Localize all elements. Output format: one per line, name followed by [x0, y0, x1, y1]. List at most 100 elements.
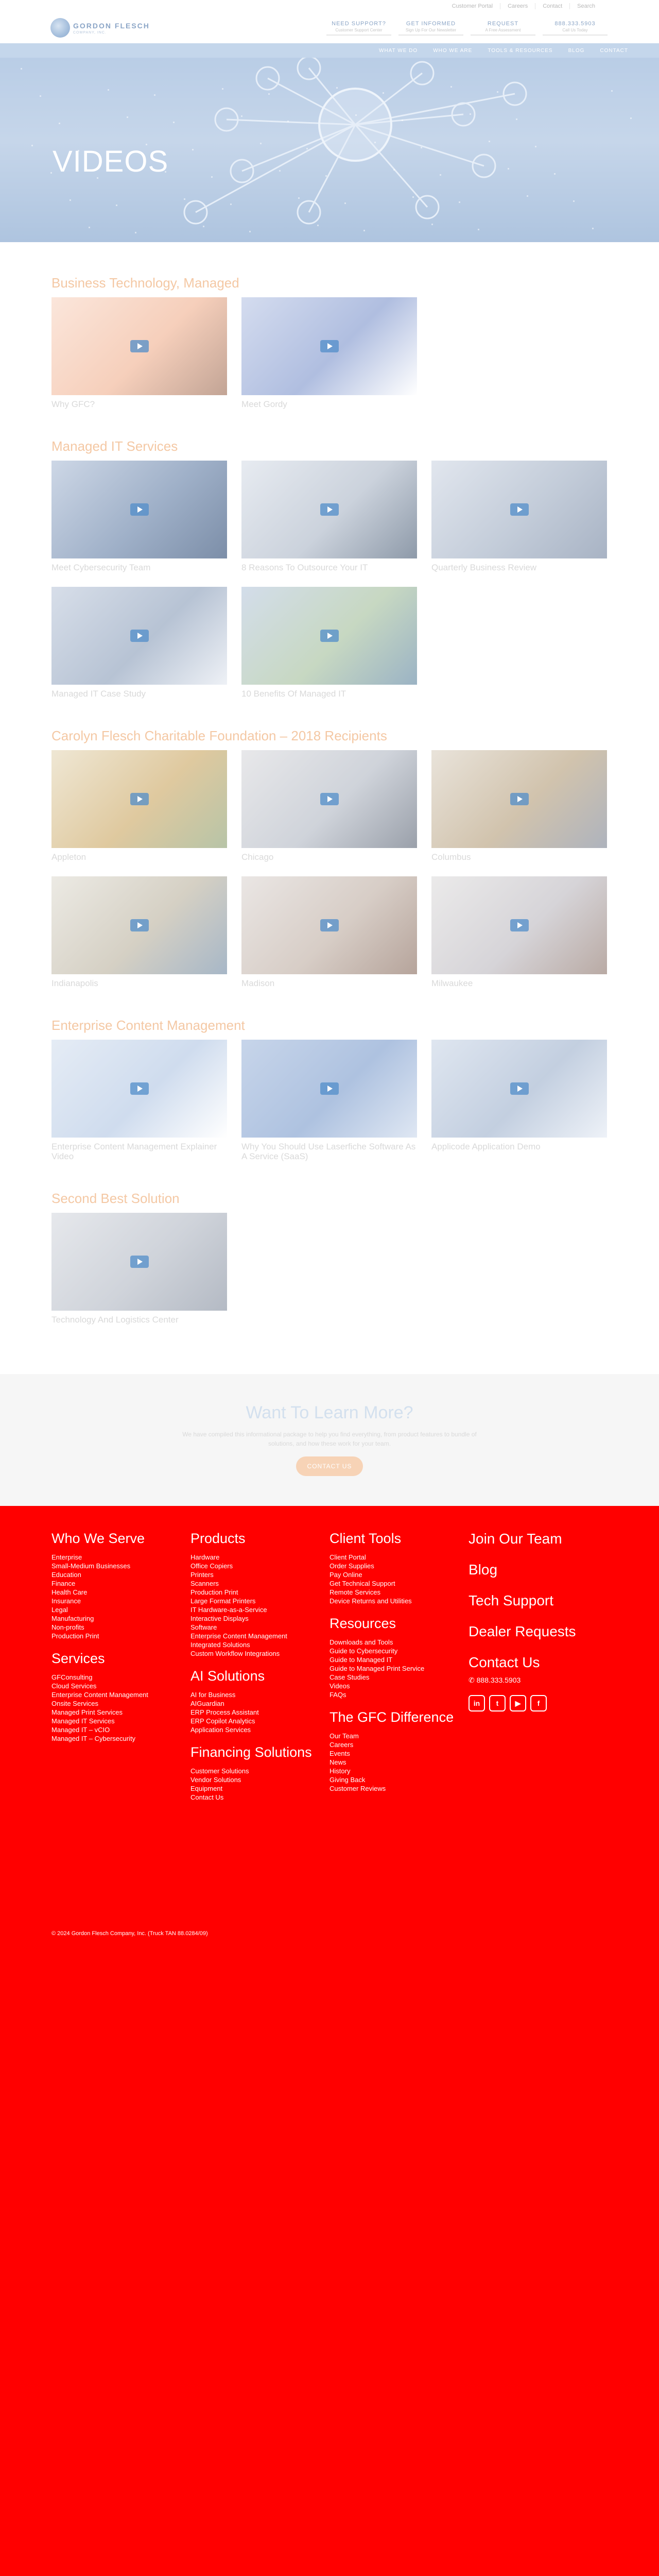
footer-link[interactable]: History [330, 1767, 469, 1775]
footer-link[interactable]: Case Studies [330, 1673, 469, 1682]
video-card[interactable]: Milwaukee [431, 876, 607, 989]
footer-link[interactable]: Onsite Services [51, 1699, 190, 1708]
video-title[interactable]: Quarterly Business Review [431, 563, 607, 573]
footer-link[interactable]: Education [51, 1570, 190, 1579]
footer-link[interactable]: Customer Solutions [190, 1767, 330, 1775]
play-icon[interactable] [320, 503, 339, 516]
play-icon[interactable] [320, 919, 339, 932]
footer-heading[interactable]: Client Tools [330, 1531, 469, 1547]
footer-link[interactable]: IT Hardware-as-a-Service [190, 1605, 330, 1614]
video-thumbnail[interactable] [241, 460, 417, 558]
footer-link[interactable]: Customer Reviews [330, 1784, 469, 1793]
footer-link[interactable]: ERP Process Assistant [190, 1708, 330, 1717]
video-title[interactable]: Meet Gordy [241, 399, 417, 410]
footer-link[interactable]: Managed Print Services [51, 1708, 190, 1717]
footer-link[interactable]: Managed IT Services [51, 1717, 190, 1725]
play-icon[interactable] [320, 630, 339, 642]
video-title[interactable]: Managed IT Case Study [51, 689, 227, 699]
contact-us-link[interactable]: Contact Us [469, 1654, 608, 1671]
footer-link[interactable]: Guide to Managed IT [330, 1655, 469, 1664]
play-icon[interactable] [510, 1082, 529, 1095]
footer-link[interactable]: Legal [51, 1605, 190, 1614]
video-thumbnail[interactable] [241, 1039, 417, 1138]
play-icon[interactable] [320, 792, 339, 805]
footer-link[interactable]: Our Team [330, 1732, 469, 1740]
video-card[interactable]: Technology And Logistics Center [51, 1212, 227, 1325]
footer-link[interactable]: Client Portal [330, 1553, 469, 1562]
footer-link[interactable]: Scanners [190, 1579, 330, 1588]
video-card[interactable]: Appleton [51, 750, 227, 862]
video-title[interactable]: Appleton [51, 852, 227, 862]
footer-link[interactable]: Application Services [190, 1725, 330, 1734]
play-icon[interactable] [130, 1082, 149, 1095]
footer-link[interactable]: Hardware [190, 1553, 330, 1562]
video-thumbnail[interactable] [51, 1039, 227, 1138]
footer-link[interactable]: Office Copiers [190, 1562, 330, 1570]
footer-link[interactable]: News [330, 1758, 469, 1767]
footer-link[interactable]: Enterprise Content Management [51, 1690, 190, 1699]
video-title[interactable]: Chicago [241, 852, 417, 862]
footer-link[interactable]: Integrated Solutions [190, 1640, 330, 1649]
youtube-icon[interactable]: ▶ [510, 1695, 526, 1712]
video-card[interactable]: Madison [241, 876, 417, 989]
footer-link[interactable]: Guide to Managed Print Service [330, 1664, 469, 1673]
play-icon[interactable] [510, 919, 529, 932]
footer-heading[interactable]: Resources [330, 1616, 469, 1632]
nav-item-tools-resources[interactable]: TOOLS & RESOURCES [488, 48, 552, 54]
video-title[interactable]: 10 Benefits Of Managed IT [241, 689, 417, 699]
play-icon[interactable] [130, 340, 149, 352]
video-card[interactable]: Why You Should Use Laserfiche Software A… [241, 1039, 417, 1162]
tech-support-link[interactable]: Tech Support [469, 1592, 608, 1609]
video-card[interactable]: Why GFC? [51, 297, 227, 410]
nav-item-contact[interactable]: CONTACT [600, 48, 628, 54]
footer-link[interactable]: Get Technical Support [330, 1579, 469, 1588]
play-icon[interactable] [130, 792, 149, 805]
utility-link[interactable]: Careers [500, 3, 535, 9]
video-card[interactable]: Columbus [431, 750, 607, 862]
video-thumbnail[interactable] [241, 587, 417, 685]
video-title[interactable]: Applicode Application Demo [431, 1142, 607, 1152]
video-card[interactable]: Meet Cybersecurity Team [51, 460, 227, 573]
video-thumbnail[interactable] [241, 876, 417, 975]
footer-link[interactable]: Non-profits [51, 1623, 190, 1632]
footer-link[interactable]: GFConsulting [51, 1673, 190, 1682]
footer-link[interactable]: ERP Copilot Analytics [190, 1717, 330, 1725]
footer-link[interactable]: AIGuardian [190, 1699, 330, 1708]
facebook-icon[interactable]: f [530, 1695, 547, 1712]
blog-link[interactable]: Blog [469, 1562, 608, 1578]
utility-link[interactable]: Contact [535, 3, 569, 9]
play-icon[interactable] [130, 1255, 149, 1268]
footer-link[interactable]: Guide to Cybersecurity [330, 1647, 469, 1655]
video-title[interactable]: Milwaukee [431, 978, 607, 989]
footer-heading[interactable]: AI Solutions [190, 1668, 330, 1684]
video-thumbnail[interactable] [51, 1212, 227, 1311]
video-card[interactable]: Managed IT Case Study [51, 587, 227, 699]
footer-link[interactable]: Enterprise Content Management [190, 1632, 330, 1640]
video-thumbnail[interactable] [431, 750, 607, 848]
footer-link[interactable]: Order Supplies [330, 1562, 469, 1570]
play-icon[interactable] [510, 792, 529, 805]
video-thumbnail[interactable] [51, 750, 227, 848]
video-title[interactable]: Madison [241, 978, 417, 989]
play-icon[interactable] [130, 630, 149, 642]
play-icon[interactable] [130, 503, 149, 516]
play-icon[interactable] [130, 919, 149, 932]
video-thumbnail[interactable] [431, 1039, 607, 1138]
footer-link[interactable]: Software [190, 1623, 330, 1632]
logo[interactable]: GORDON FLESCH COMPANY, INC. [50, 18, 150, 38]
video-card[interactable]: Quarterly Business Review [431, 460, 607, 573]
footer-link[interactable]: Equipment [190, 1784, 330, 1793]
header-cta-support[interactable]: NEED SUPPORT? Customer Support Center [326, 21, 391, 36]
video-card[interactable]: Applicode Application Demo [431, 1039, 607, 1162]
utility-link[interactable]: Search [569, 3, 602, 9]
footer-heading[interactable]: Services [51, 1651, 190, 1667]
video-card[interactable]: 10 Benefits Of Managed IT [241, 587, 417, 699]
play-icon[interactable] [510, 503, 529, 516]
footer-phone[interactable]: ✆ 888.333.5903 [469, 1676, 608, 1685]
video-title[interactable]: Why GFC? [51, 399, 227, 410]
footer-link[interactable]: Interactive Displays [190, 1614, 330, 1623]
footer-link[interactable]: Remote Services [330, 1588, 469, 1597]
footer-link[interactable]: Custom Workflow Integrations [190, 1649, 330, 1658]
video-title[interactable]: Technology And Logistics Center [51, 1315, 227, 1325]
footer-heading[interactable]: Financing Solutions [190, 1744, 330, 1760]
